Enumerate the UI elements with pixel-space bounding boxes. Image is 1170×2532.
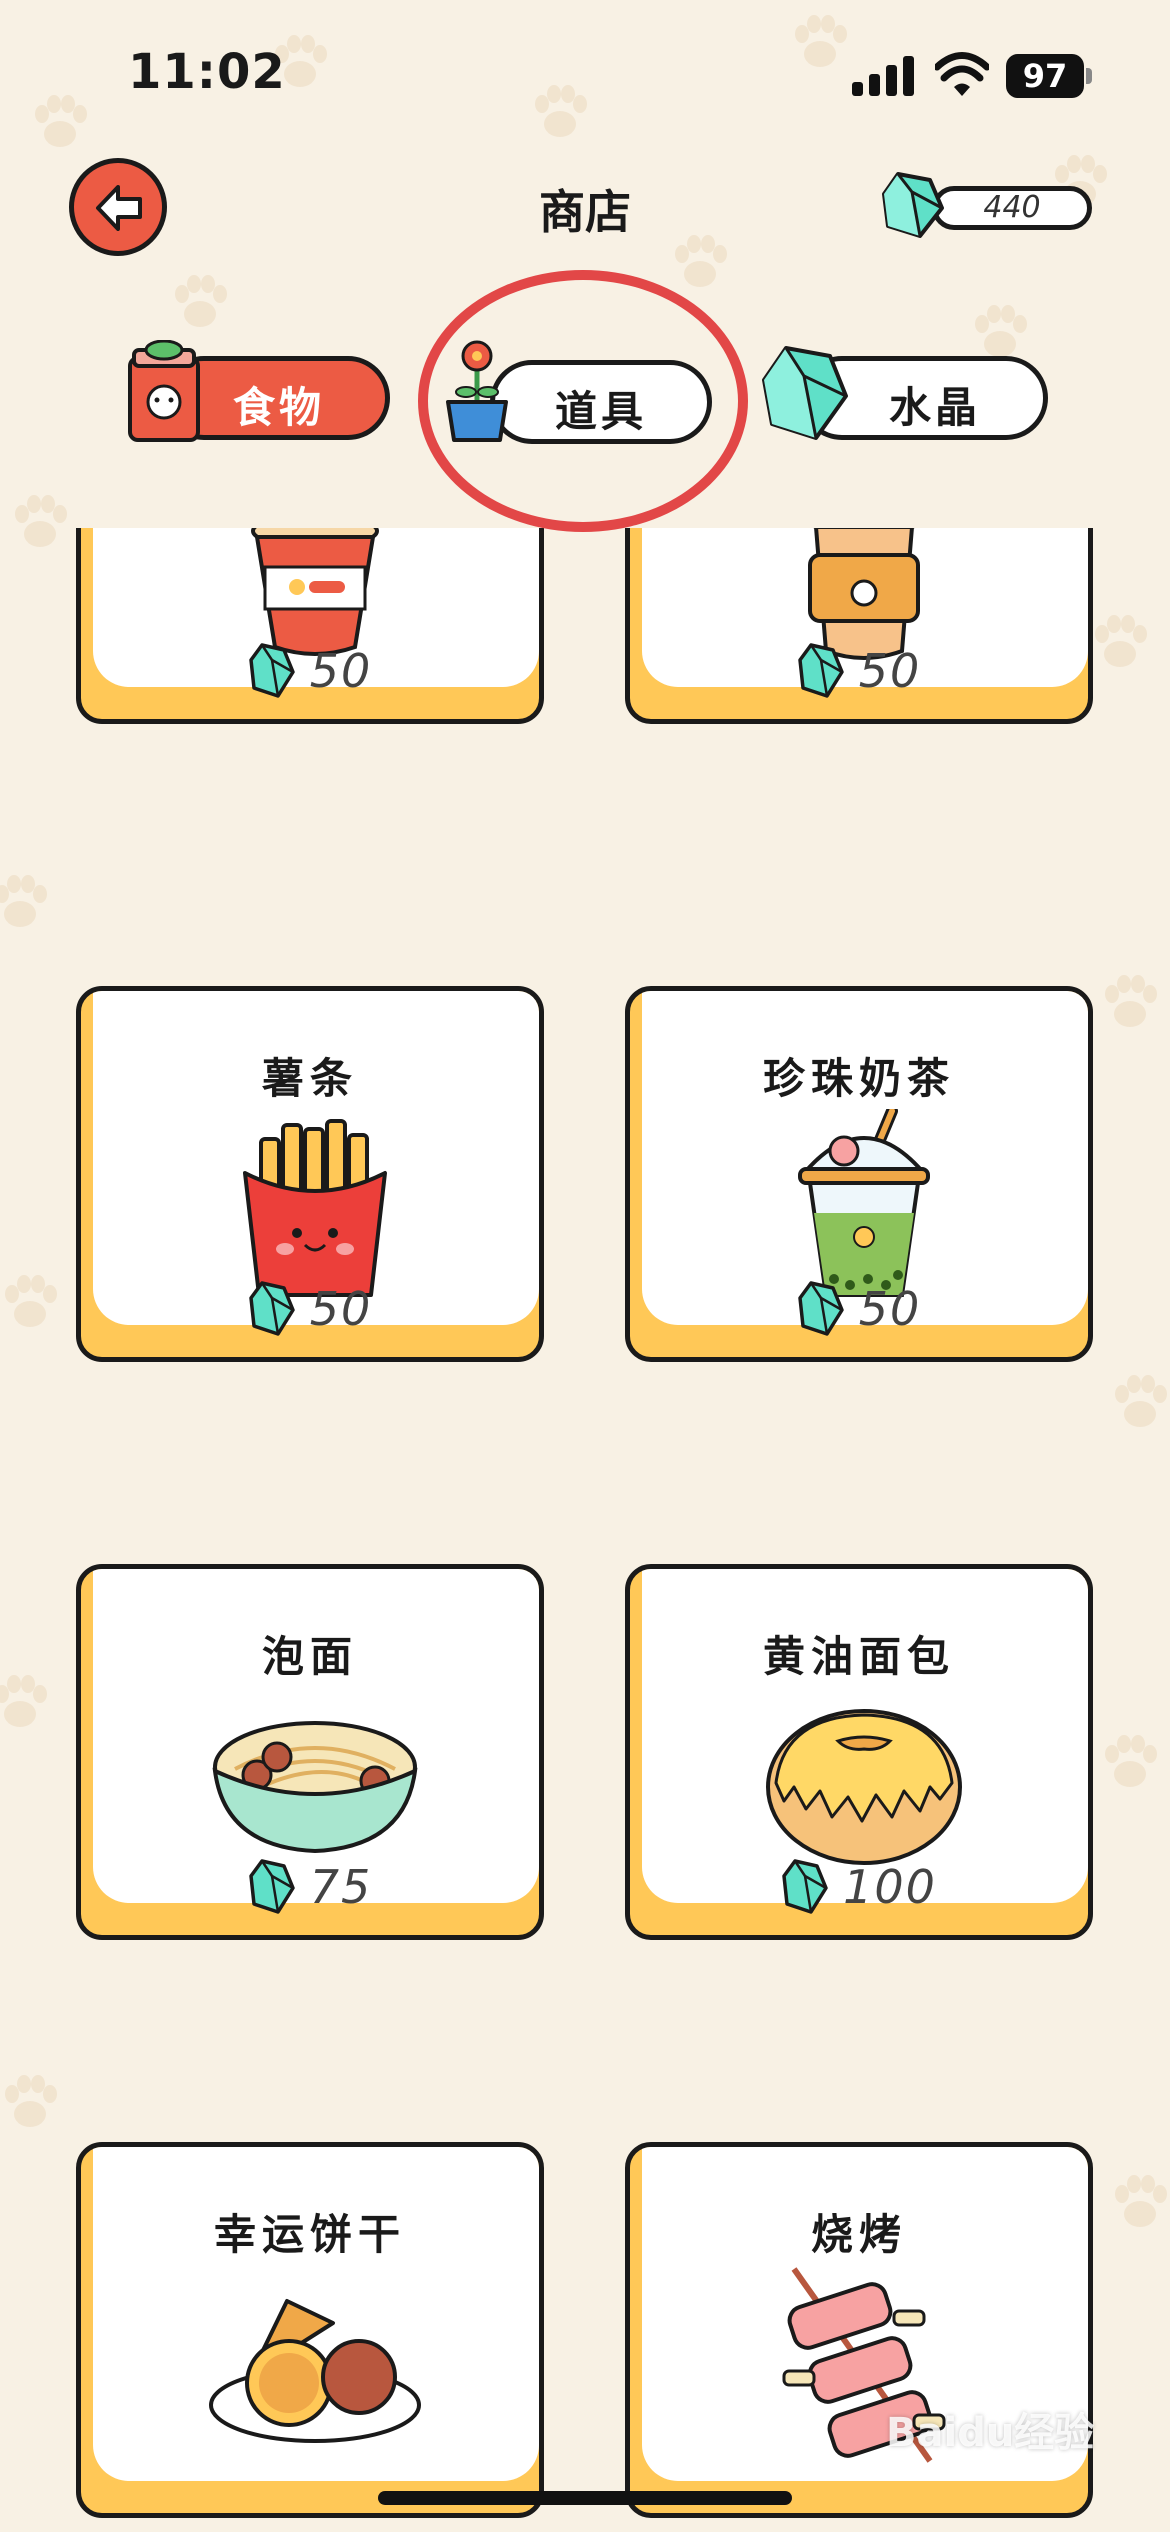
item-price-value: 75	[309, 1860, 373, 1914]
paw-print	[175, 275, 227, 327]
crystal-icon	[248, 1281, 295, 1336]
tab-crystal-label: 水晶	[889, 383, 982, 432]
item-card-fries[interactable]: 薯条 50	[76, 986, 544, 1362]
crystal-icon	[248, 643, 295, 698]
fortune-cookie-icon	[209, 2299, 421, 2443]
watermark: Baidu经验	[886, 2410, 1095, 2456]
item-price: 50	[630, 641, 1088, 701]
crystal-icon	[797, 643, 844, 698]
item-card-fortune-cookie[interactable]: 幸运饼干	[76, 2142, 544, 2518]
item-price-value: 100	[843, 1860, 937, 1914]
status-time: 11:02	[128, 44, 286, 100]
signal-icon	[852, 56, 914, 96]
item-card-bubble-tea[interactable]: 珍珠奶茶 50	[625, 986, 1093, 1362]
crystal-icon	[782, 1859, 828, 1914]
item-card-coffee[interactable]: 50	[625, 528, 1093, 724]
paw-print	[975, 305, 1027, 357]
crystal-balance-value: 440	[932, 186, 1092, 230]
paw-print	[675, 235, 727, 287]
item-price-value: 50	[858, 644, 922, 698]
item-card-noodles[interactable]: 泡面 75	[76, 1564, 544, 1940]
crystal-icon	[248, 1859, 295, 1914]
item-price: 50	[81, 1279, 539, 1339]
item-price: 50	[630, 1279, 1088, 1339]
battery-indicator: 97	[1006, 54, 1084, 98]
item-name: 烧烤	[810, 2210, 907, 2259]
item-card-cola[interactable]: 50	[76, 528, 544, 724]
crystal-icon	[762, 346, 848, 440]
highlight-annotation-circle	[418, 270, 748, 532]
home-indicator	[378, 2491, 792, 2505]
cat-food-bag-icon	[128, 340, 200, 442]
item-price-value: 50	[309, 1282, 373, 1336]
item-name: 薯条	[261, 1054, 358, 1103]
battery-tip	[1086, 68, 1092, 84]
item-name: 黄油面包	[762, 1632, 955, 1681]
item-name: 幸运饼干	[213, 2210, 406, 2259]
status-bar: 11:02 97	[0, 0, 1170, 150]
item-card-butter-bread[interactable]: 黄油面包 100	[625, 1564, 1093, 1940]
item-price: 100	[630, 1857, 1088, 1917]
item-card-bbq[interactable]: 烧烤	[625, 2142, 1093, 2518]
item-price: 75	[81, 1857, 539, 1917]
item-price-value: 50	[858, 1282, 922, 1336]
wifi-icon	[935, 52, 989, 96]
item-name: 珍珠奶茶	[762, 1054, 955, 1103]
crystal-icon	[797, 1281, 844, 1336]
item-grid: 50 50 薯条 50 珍珠奶茶 50 泡面 75 黄油面包 100 幸运饼干 …	[0, 528, 1170, 2532]
item-name: 泡面	[261, 1632, 358, 1681]
crystal-balance[interactable]: 440	[880, 172, 1092, 238]
item-price-value: 50	[309, 644, 373, 698]
item-price: 50	[81, 641, 539, 701]
crystal-icon	[882, 172, 944, 238]
tab-food-label: 食物	[233, 383, 326, 432]
